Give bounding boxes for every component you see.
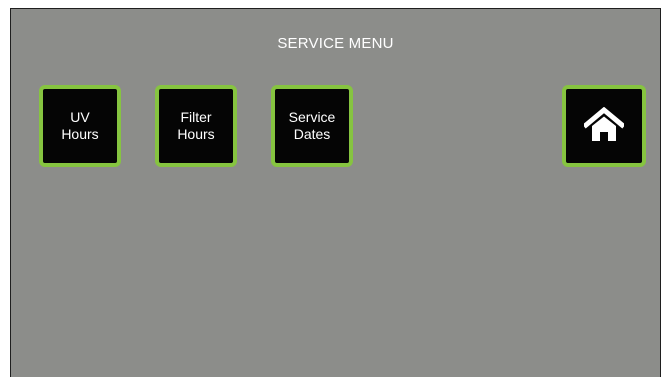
uv-hours-label-line1: UV — [70, 109, 90, 125]
home-button[interactable] — [562, 85, 646, 167]
uv-hours-label-line2: Hours — [61, 126, 99, 142]
filter-hours-button[interactable]: Filter Hours — [155, 85, 237, 167]
service-menu-screen: SERVICE MENU UV Hours Filter Hours Servi… — [10, 8, 661, 377]
home-icon — [584, 107, 624, 145]
filter-hours-label-line2: Hours — [177, 126, 215, 142]
service-dates-label-line2: Dates — [293, 126, 331, 142]
service-dates-button[interactable]: Service Dates — [271, 85, 353, 167]
uv-hours-button[interactable]: UV Hours — [39, 85, 121, 167]
service-dates-label-line1: Service — [288, 109, 336, 125]
page-title: SERVICE MENU — [277, 35, 394, 52]
filter-hours-label-line1: Filter — [180, 109, 212, 125]
